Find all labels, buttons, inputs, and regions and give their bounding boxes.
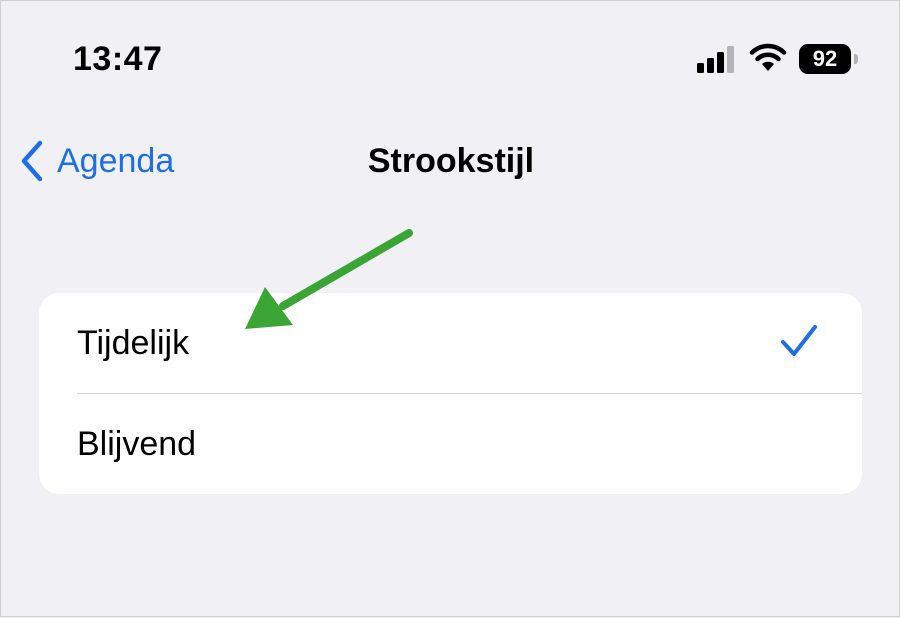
- battery-nub: [854, 54, 858, 64]
- chevron-left-icon: [21, 140, 43, 182]
- status-time: 13:47: [73, 40, 163, 78]
- back-button[interactable]: Agenda: [19, 137, 174, 185]
- option-label: Tijdelijk: [77, 324, 190, 362]
- screen: 13:47 92 Agenda Strookstijl Tijdelijk Bl…: [0, 0, 900, 617]
- option-tijdelijk[interactable]: Tijdelijk: [39, 293, 862, 393]
- battery-icon: 92: [799, 44, 851, 74]
- checkmark-icon: [781, 325, 817, 356]
- option-blijvend[interactable]: Blijvend: [39, 394, 862, 494]
- wifi-icon: [749, 43, 787, 71]
- signal-icon: [697, 46, 734, 73]
- status-indicators: 92: [697, 41, 867, 77]
- page-title: Strookstijl: [367, 142, 535, 180]
- options-list: Tijdelijk Blijvend: [39, 293, 862, 494]
- option-label: Blijvend: [77, 425, 197, 463]
- back-button-label: Agenda: [57, 142, 175, 180]
